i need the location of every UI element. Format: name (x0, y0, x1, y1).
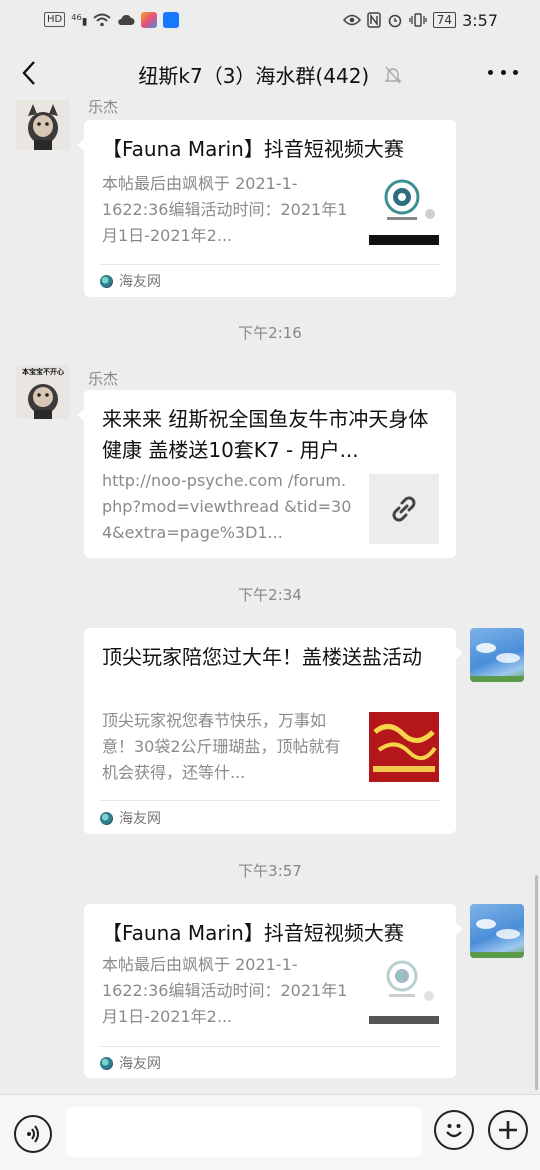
input-bar (0, 1094, 540, 1170)
ellipsis-dot (500, 69, 506, 75)
avatar[interactable] (470, 628, 524, 682)
card-source: 海友网 (100, 808, 161, 828)
alipay-icon (163, 11, 180, 28)
timestamp: 下午2:34 (238, 586, 302, 604)
more-button[interactable] (488, 62, 518, 82)
card-divider (100, 264, 440, 265)
voice-button[interactable] (14, 1115, 52, 1153)
status-time: 3:57 (462, 10, 498, 30)
card-source: 海友网 (100, 271, 161, 291)
hd-badge: HD (44, 12, 66, 28)
card-description: 顶尖玩家祝您春节快乐，万事如意！30袋2公斤珊瑚盐，顶帖就有机会获得，还等什..… (102, 711, 341, 782)
shared-link-card[interactable]: 【Fauna Marin】抖音短视频大赛 本帖最后由飒枫于 2021-1-162… (84, 904, 463, 1078)
source-logo-icon (100, 811, 113, 825)
avatar[interactable] (16, 100, 70, 150)
voice-icon (27, 1125, 39, 1143)
eye-icon (342, 14, 361, 26)
wifi-icon (93, 13, 112, 27)
link-icon (392, 496, 416, 522)
ellipsis-dot (513, 69, 518, 75)
card-description: http://noo-psyche.com /forum.php?mod=vie… (102, 471, 352, 542)
emoji-icon (446, 1124, 462, 1138)
app-icon (141, 11, 158, 28)
cloud-icon (118, 14, 135, 25)
plus-icon (499, 1121, 517, 1139)
chat-title: 纽斯k7（3）海水群(442) (138, 64, 370, 88)
emoji-button[interactable] (434, 1110, 474, 1150)
timestamp: 下午3:57 (238, 862, 302, 880)
card-thumbnail (369, 175, 439, 245)
shared-link-card[interactable]: 【Fauna Marin】抖音短视频大赛 本帖最后由飒枫于 2021-1-162… (77, 120, 456, 297)
card-thumbnail (369, 474, 439, 544)
chat-header: 纽斯k7（3）海水群(442) (0, 40, 540, 106)
sender-name: 乐杰 (88, 100, 119, 116)
status-right: 74 3:57 (342, 10, 498, 30)
timestamp: 下午2:16 (238, 324, 302, 342)
nfc-icon (367, 12, 381, 28)
source-label: 海友网 (119, 274, 161, 290)
chat-scroll-area[interactable]: 乐杰 【Fauna Marin】抖音短视频大赛 本帖最后由飒枫于 2021-1-… (0, 100, 540, 1094)
message-input[interactable] (66, 1107, 422, 1157)
shared-link-card[interactable]: 来来来 纽斯祝全国鱼友牛市冲天身体健康 盖楼送10套K7 - 用户... htt… (77, 390, 456, 558)
source-label: 海友网 (119, 1056, 161, 1072)
card-title: 顶尖玩家陪您过大年！盖楼送盐活动 (102, 645, 422, 669)
card-title: 来来来 纽斯祝全国鱼友牛市冲天身体健康 盖楼送10套K7 - 用户... (102, 407, 429, 462)
avatar[interactable] (470, 904, 524, 958)
card-description: 本帖最后由飒枫于 2021-1-1622:36编辑活动时间：2021年1月1日-… (102, 174, 348, 245)
source-label: 海友网 (119, 811, 161, 827)
alarm-icon (388, 14, 402, 28)
ellipsis-dot (488, 69, 493, 75)
bell-off-icon (383, 65, 402, 90)
chat-title-wrap: 纽斯k7（3）海水群(442) (0, 60, 540, 90)
scrollbar[interactable] (535, 875, 538, 1090)
status-left: HD 46▮ (44, 9, 180, 30)
card-title: 【Fauna Marin】抖音短视频大赛 (102, 921, 404, 945)
sender-name: 乐杰 (88, 370, 119, 388)
plus-button[interactable] (488, 1110, 528, 1150)
card-description: 本帖最后由飒枫于 2021-1-1622:36编辑活动时间：2021年1月1日-… (102, 955, 348, 1026)
card-divider (100, 1046, 440, 1047)
card-title: 【Fauna Marin】抖音短视频大赛 (102, 137, 404, 161)
vibrate-icon (409, 13, 427, 27)
signal-icon: 46▮ (71, 12, 88, 28)
battery-indicator: 74 (432, 12, 457, 28)
status-bar: HD 46▮ 74 3:57 (0, 0, 540, 40)
shared-link-card[interactable]: 顶尖玩家陪您过大年！盖楼送盐活动 顶尖玩家祝您春节快乐，万事如意！30袋2公斤珊… (84, 628, 463, 834)
card-thumbnail (369, 712, 439, 782)
source-logo-icon (100, 1056, 113, 1070)
avatar-caption: 本宝宝不开心 (22, 368, 64, 376)
avatar[interactable]: 本宝宝不开心 (16, 365, 70, 419)
card-source: 海友网 (100, 1053, 161, 1073)
card-thumbnail (369, 956, 439, 1026)
source-logo-icon (100, 274, 113, 288)
card-divider (100, 800, 440, 801)
